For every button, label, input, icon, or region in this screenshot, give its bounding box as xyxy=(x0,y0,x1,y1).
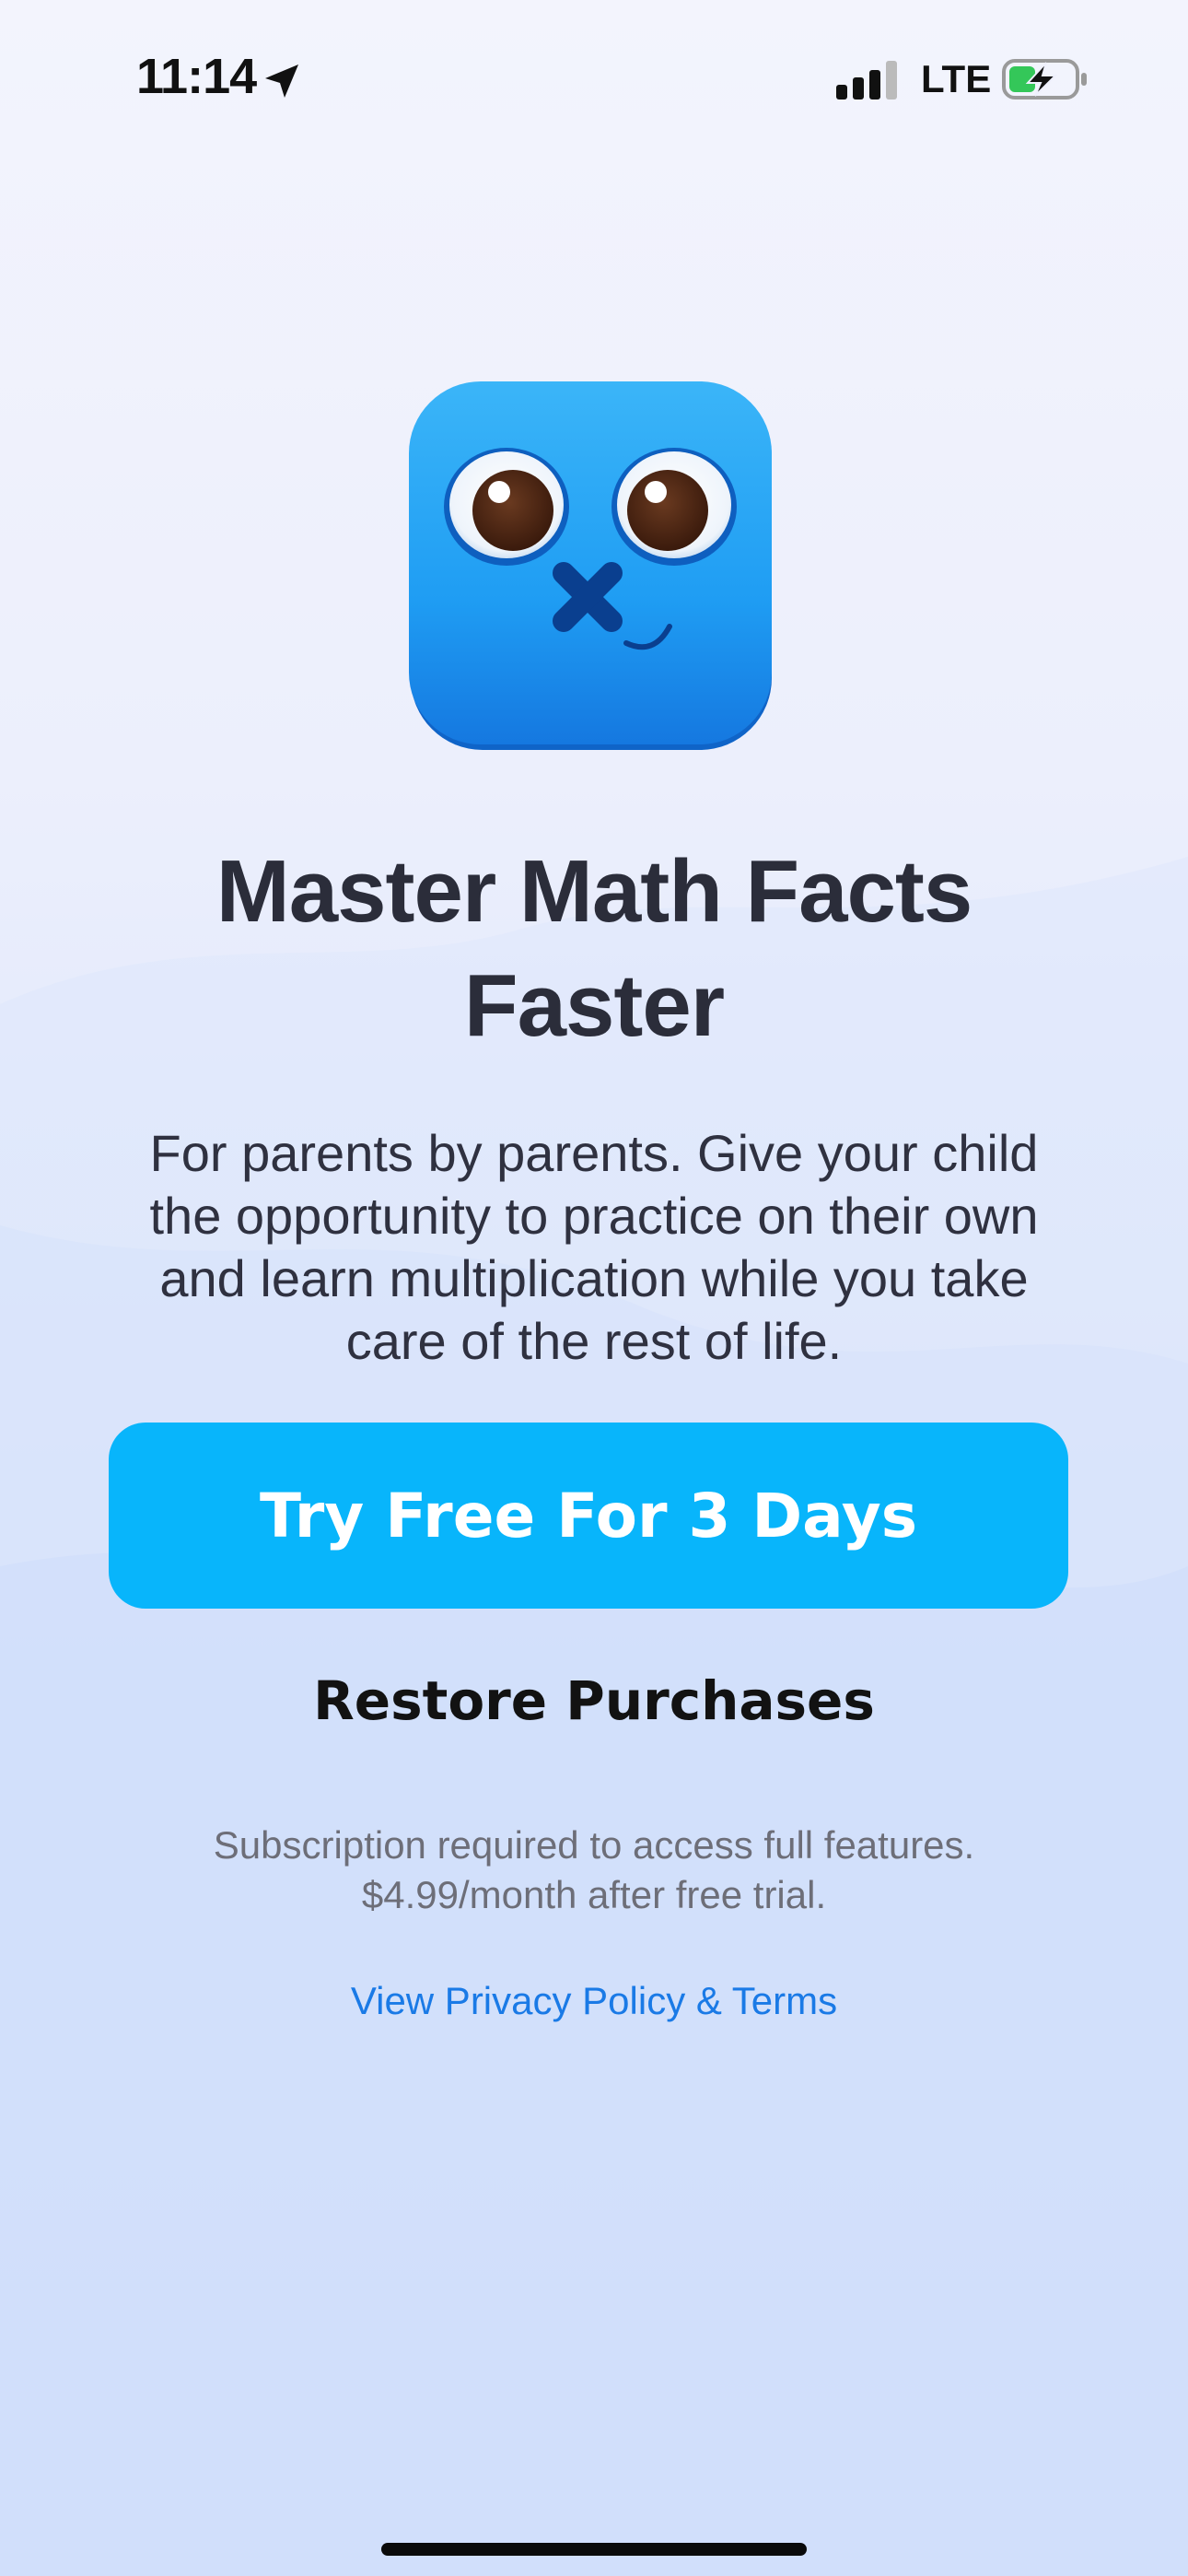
description-line-1: For parents by parents. Give your child xyxy=(149,1124,1039,1182)
page-title: Master Math Facts Faster xyxy=(92,835,1096,1063)
location-arrow-icon xyxy=(265,64,298,98)
network-type: LTE xyxy=(921,57,992,100)
try-free-button[interactable]: Try Free For 3 Days xyxy=(109,1423,1068,1609)
status-time: 11:14 xyxy=(136,49,257,104)
subscription-note-line-2: $4.99/month after free trial. xyxy=(361,1873,827,1916)
app-icon xyxy=(409,381,772,750)
subscription-note-line-1: Subscription required to access full fea… xyxy=(213,1823,975,1867)
status-bar: 11:14 LTE xyxy=(0,0,1188,157)
description-line-3: and learn multiplication while you take xyxy=(159,1249,1029,1307)
privacy-policy-link[interactable]: View Privacy Policy & Terms xyxy=(276,1979,912,2023)
description-line-2: the opportunity to practice on their own xyxy=(149,1187,1039,1245)
home-indicator[interactable] xyxy=(381,2543,807,2556)
restore-purchases-button[interactable]: Restore Purchases xyxy=(276,1669,912,1743)
title-line-2: Faster xyxy=(463,956,725,1055)
subscription-note: Subscription required to access full fea… xyxy=(111,1821,1077,1920)
cellular-signal-icon xyxy=(836,61,897,100)
battery-charging-icon xyxy=(1002,59,1087,100)
title-line-1: Master Math Facts xyxy=(215,842,973,941)
description: For parents by parents. Give your child … xyxy=(92,1122,1096,1373)
description-line-4: care of the rest of life. xyxy=(345,1312,843,1370)
